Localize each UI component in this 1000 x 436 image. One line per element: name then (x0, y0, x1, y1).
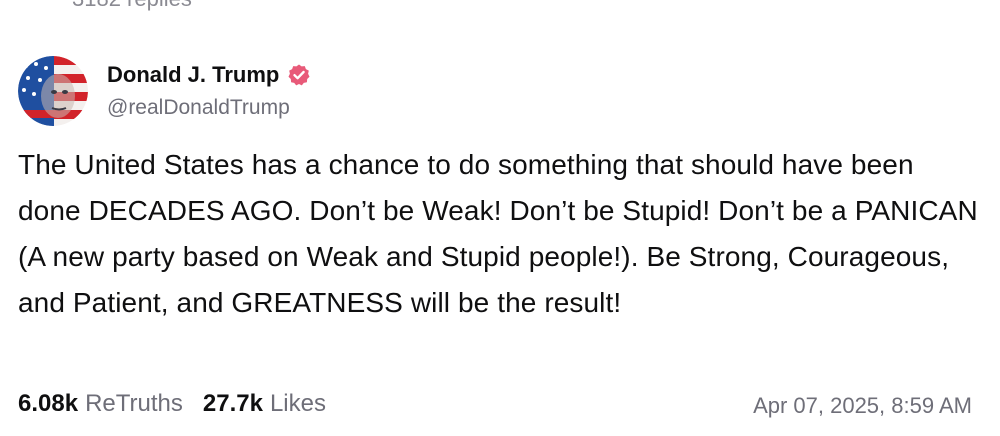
retruths-stat[interactable]: 6.08k ReTruths (18, 390, 183, 418)
author-name-row: Donald J. Trump (107, 60, 311, 90)
post-card: Donald J. Trump @realDonaldTrump The Uni… (0, 0, 1000, 436)
verified-badge-icon (287, 63, 311, 87)
author-block: Donald J. Trump @realDonaldTrump (107, 60, 311, 120)
post-stats: 6.08k ReTruths 27.7k Likes (18, 390, 346, 418)
retruths-label: ReTruths (85, 390, 183, 417)
author-handle[interactable]: @realDonaldTrump (107, 96, 311, 120)
author-display-name[interactable]: Donald J. Trump (107, 62, 279, 88)
likes-label: Likes (269, 390, 326, 417)
likes-stat[interactable]: 27.7k Likes (203, 390, 326, 418)
avatar-flag-portrait-icon (18, 56, 88, 126)
retruths-count: 6.08k (18, 390, 79, 417)
post-body-text: The United States has a chance to do som… (18, 149, 978, 318)
author-avatar[interactable] (18, 56, 88, 126)
likes-count: 27.7k (202, 390, 263, 417)
post-timestamp[interactable]: Apr 07, 2025, 8:59 AM (753, 393, 972, 419)
